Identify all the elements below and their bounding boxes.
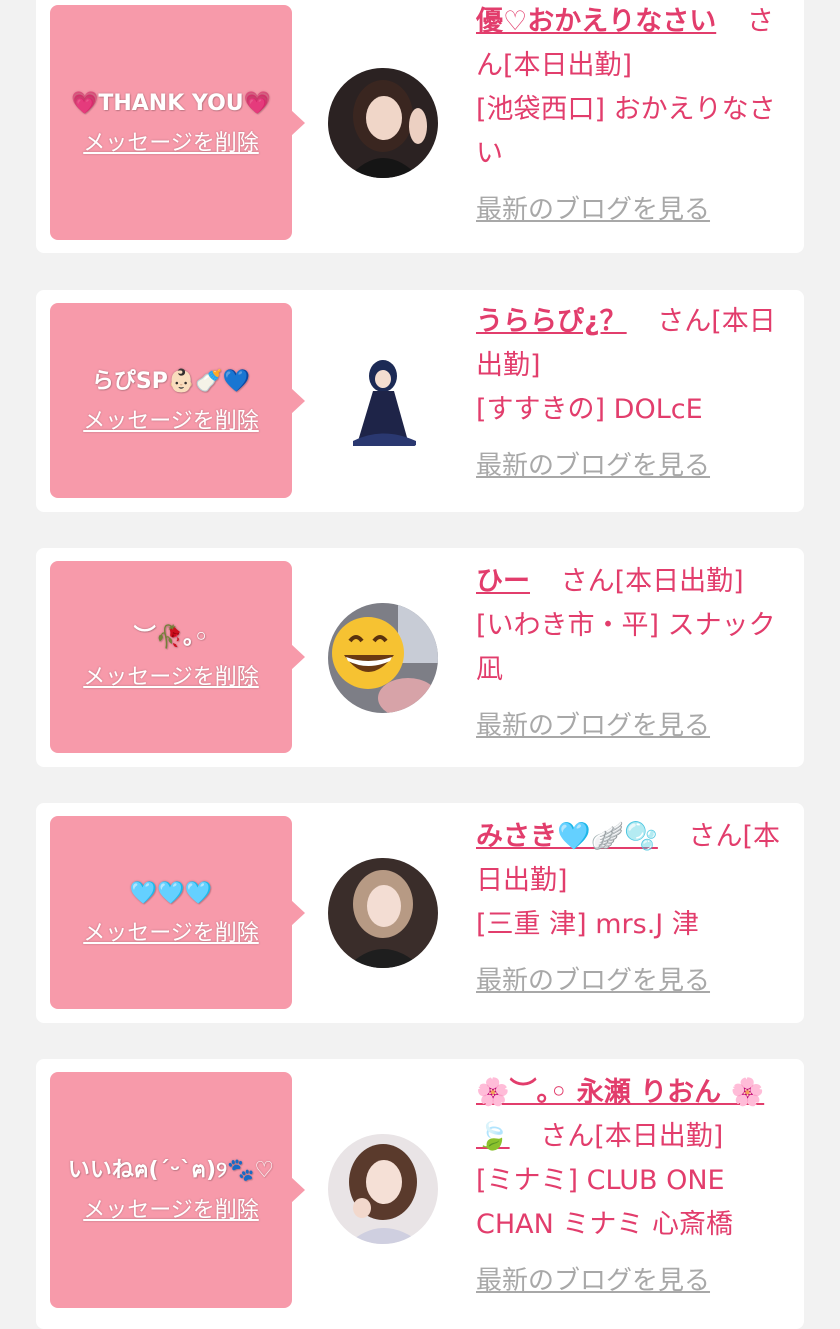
latest-blog-link[interactable]: 最新のブログを見る xyxy=(476,444,794,488)
delete-message-link[interactable]: メッセージを削除 xyxy=(83,406,259,438)
message-text: ︶🥀｡◦ xyxy=(133,625,209,650)
avatar[interactable] xyxy=(328,858,438,968)
message-bubble: 🩵🩵🩵 メッセージを削除 xyxy=(50,816,305,1009)
shop-name: [すすきの] DOLcE xyxy=(476,394,703,425)
latest-blog-link[interactable]: 最新のブログを見る xyxy=(476,959,794,1003)
message-bubble: いいねฅ(´ᵕ`ฅ)୨🐾♡ メッセージを削除 xyxy=(50,1072,305,1308)
message-text: 🩵🩵🩵 xyxy=(129,880,213,906)
message-text: らぴSP👶🏻🍼💙 xyxy=(91,368,251,394)
message-text: 💗THANK YOU💗 xyxy=(70,90,272,116)
shop-name: [池袋西口] おかえりなさい xyxy=(476,94,776,169)
message-card: らぴSP👶🏻🍼💙 メッセージを削除 うららぴ¿？ さん[本日出勤] [すすきの]… xyxy=(36,290,804,512)
cast-status: さん[本日出勤] xyxy=(540,1121,724,1152)
cast-status: さん[本日出勤] xyxy=(560,566,744,597)
avatar[interactable] xyxy=(328,603,438,713)
message-bubble: 💗THANK YOU💗 メッセージを削除 xyxy=(50,5,305,240)
avatar[interactable] xyxy=(328,1134,438,1244)
cast-name-link[interactable]: ひー xyxy=(476,566,530,597)
shop-name: [三重 津] mrs.J 津 xyxy=(476,909,699,940)
avatar[interactable] xyxy=(328,346,438,456)
delete-message-link[interactable]: メッセージを削除 xyxy=(83,662,259,694)
delete-message-link[interactable]: メッセージを削除 xyxy=(83,918,259,950)
cast-info: 優♡おかえりなさい さん[本日出勤] [池袋西口] おかえりなさい 最新のブログ… xyxy=(476,0,794,232)
cast-name-link[interactable]: うららぴ¿？ xyxy=(476,306,627,337)
message-card: いいねฅ(´ᵕ`ฅ)୨🐾♡ メッセージを削除 🌸︶｡◦ 永瀬 りおん 🌸🍃 さん… xyxy=(36,1059,804,1329)
cast-info: 🌸︶｡◦ 永瀬 りおん 🌸🍃 さん[本日出勤] [ミナミ] CLUB ONE C… xyxy=(476,1071,794,1303)
latest-blog-link[interactable]: 最新のブログを見る xyxy=(476,704,794,748)
delete-message-link[interactable]: メッセージを削除 xyxy=(83,1195,259,1227)
message-bubble: らぴSP👶🏻🍼💙 メッセージを削除 xyxy=(50,303,305,498)
cast-info: うららぴ¿？ さん[本日出勤] [すすきの] DOLcE 最新のブログを見る xyxy=(476,300,794,488)
shop-name: [ミナミ] CLUB ONE CHAN ミナミ 心斎橋 xyxy=(476,1165,733,1240)
delete-message-link[interactable]: メッセージを削除 xyxy=(83,128,259,160)
cast-name-link[interactable]: 優♡おかえりなさい xyxy=(476,6,716,37)
latest-blog-link[interactable]: 最新のブログを見る xyxy=(476,1259,794,1303)
cast-name-link[interactable]: みさき🩵🪽🫧 xyxy=(476,821,658,852)
message-card: 🩵🩵🩵 メッセージを削除 みさき🩵🪽🫧 さん[本日出勤] [三重 津] mrs.… xyxy=(36,803,804,1023)
message-card: 💗THANK YOU💗 メッセージを削除 優♡おかえりなさい さん[本日出勤] … xyxy=(36,0,804,253)
message-card: ︶🥀｡◦ メッセージを削除 ひー さん[本日出勤] [いわき市・平] スナック凪… xyxy=(36,548,804,767)
shop-name: [いわき市・平] スナック凪 xyxy=(476,610,776,685)
message-bubble: ︶🥀｡◦ メッセージを削除 xyxy=(50,561,305,753)
message-text: いいねฅ(´ᵕ`ฅ)୨🐾♡ xyxy=(67,1158,275,1183)
latest-blog-link[interactable]: 最新のブログを見る xyxy=(476,188,794,232)
cast-info: ひー さん[本日出勤] [いわき市・平] スナック凪 最新のブログを見る xyxy=(476,560,794,748)
avatar[interactable] xyxy=(328,68,438,178)
cast-info: みさき🩵🪽🫧 さん[本日出勤] [三重 津] mrs.J 津 最新のブログを見る xyxy=(476,815,794,1003)
